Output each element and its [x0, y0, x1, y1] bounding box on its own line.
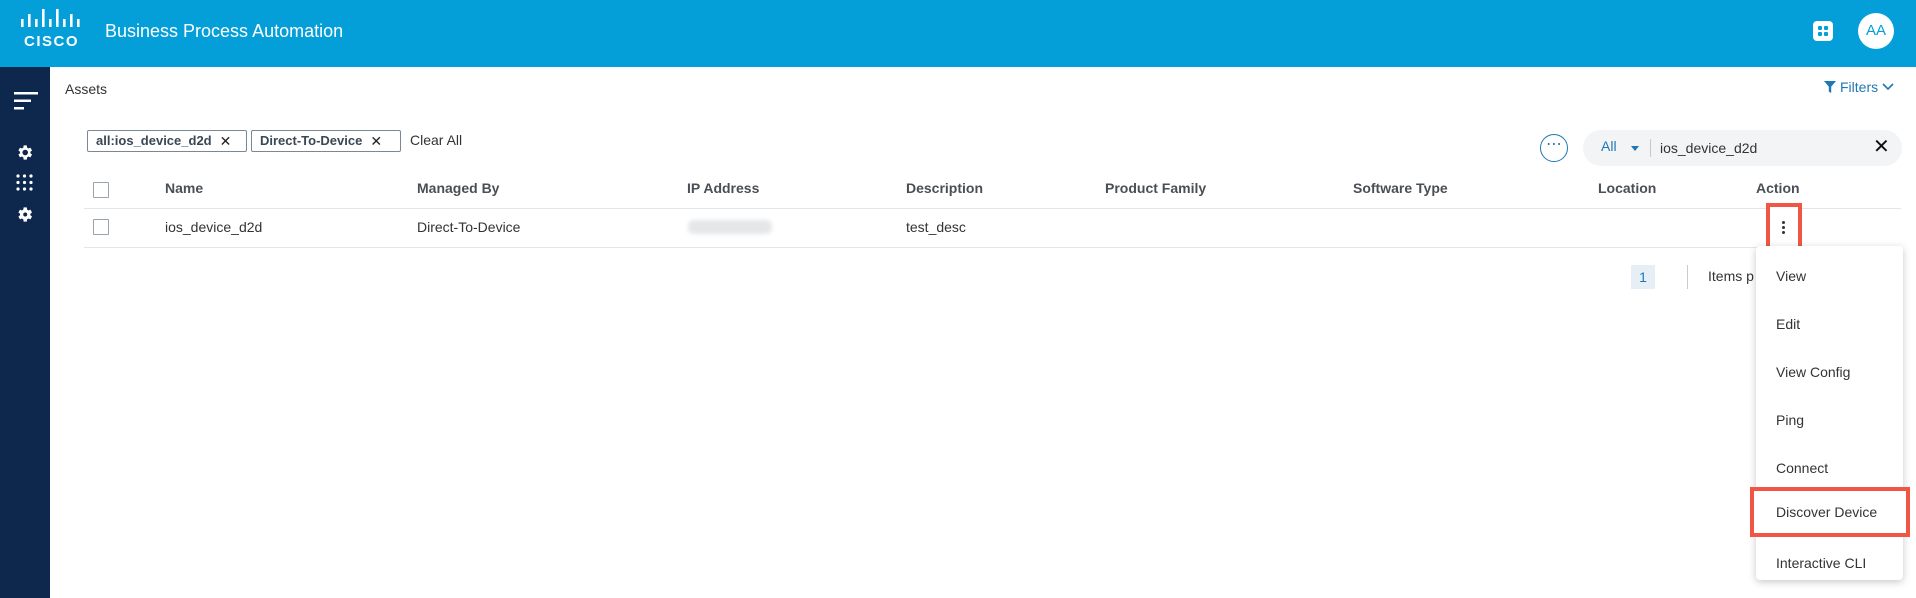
filter-funnel-icon	[1824, 81, 1836, 93]
page-number-current[interactable]: 1	[1631, 265, 1655, 289]
filter-chip[interactable]: Direct-To-Device ✕	[251, 130, 401, 152]
chevron-down-icon	[1882, 83, 1894, 91]
logo-text: CISCO	[24, 33, 80, 50]
table-row[interactable]: ios_device_d2d Direct-To-Device test_des…	[84, 209, 1901, 248]
row-action-kebab-icon[interactable]	[1766, 203, 1802, 251]
gear-icon[interactable]	[15, 143, 34, 162]
cell-ip-address-redacted	[688, 220, 772, 234]
divider	[1650, 139, 1651, 157]
filter-chip[interactable]: all:ios_device_d2d ✕	[87, 130, 247, 152]
select-all-checkbox[interactable]	[93, 182, 109, 198]
menu-item-view-config[interactable]: View Config	[1756, 352, 1903, 392]
chip-label: all:ios_device_d2d	[96, 133, 212, 148]
settings-cog-icon[interactable]	[15, 205, 34, 224]
more-options-icon[interactable]: ⋯	[1540, 134, 1568, 162]
column-header-location[interactable]: Location	[1598, 180, 1656, 196]
close-icon[interactable]: ✕	[370, 130, 382, 152]
sidebar	[0, 67, 50, 598]
column-header-software-type[interactable]: Software Type	[1353, 180, 1448, 196]
menu-item-interactive-cli[interactable]: Interactive CLI	[1756, 543, 1903, 583]
search-input[interactable]	[1660, 136, 1860, 160]
column-header-description[interactable]: Description	[906, 180, 983, 196]
breadcrumb: Assets	[65, 81, 108, 97]
cisco-logo[interactable]: CISCO	[18, 7, 86, 50]
clear-search-icon[interactable]: ✕	[1873, 134, 1890, 159]
grid-apps-icon[interactable]	[16, 174, 33, 191]
items-per-page-label: Items p	[1708, 268, 1754, 284]
filters-label: Filters	[1840, 79, 1879, 95]
menu-item-discover-device[interactable]: Discover Device	[1750, 487, 1910, 537]
column-header-product-family[interactable]: Product Family	[1105, 180, 1206, 196]
search-bar: All ✕	[1583, 130, 1902, 166]
menu-toggle-icon[interactable]	[14, 91, 38, 111]
row-checkbox[interactable]	[93, 219, 109, 235]
column-header-action: Action	[1756, 180, 1800, 196]
filters-button[interactable]: Filters	[1824, 79, 1894, 95]
app-switcher-icon[interactable]	[1813, 21, 1833, 41]
column-header-ip-address[interactable]: IP Address	[687, 180, 759, 196]
search-scope-select[interactable]: All	[1601, 138, 1617, 154]
cell-name: ios_device_d2d	[165, 219, 263, 235]
caret-down-icon[interactable]	[1631, 146, 1639, 151]
top-header: CISCO Business Process Automation AA	[0, 0, 1916, 67]
menu-item-connect[interactable]: Connect	[1756, 448, 1903, 488]
close-icon[interactable]: ✕	[220, 130, 232, 152]
app-title: Business Process Automation	[105, 21, 344, 41]
menu-item-view[interactable]: View	[1756, 256, 1903, 296]
divider	[1687, 265, 1688, 289]
clear-all-link[interactable]: Clear All	[410, 132, 462, 148]
cell-managed-by: Direct-To-Device	[417, 219, 521, 235]
column-header-managed-by[interactable]: Managed By	[417, 180, 499, 196]
table-header: Name Managed By IP Address Description P…	[84, 172, 1901, 209]
chip-label: Direct-To-Device	[260, 133, 363, 148]
user-avatar[interactable]: AA	[1858, 13, 1894, 49]
cisco-bars-icon	[21, 9, 80, 27]
menu-item-edit[interactable]: Edit	[1756, 304, 1903, 344]
cell-description: test_desc	[906, 219, 966, 235]
menu-item-ping[interactable]: Ping	[1756, 400, 1903, 440]
action-dropdown-menu: View Edit View Config Ping Connect Disco…	[1750, 246, 1910, 583]
column-header-name[interactable]: Name	[165, 180, 203, 196]
